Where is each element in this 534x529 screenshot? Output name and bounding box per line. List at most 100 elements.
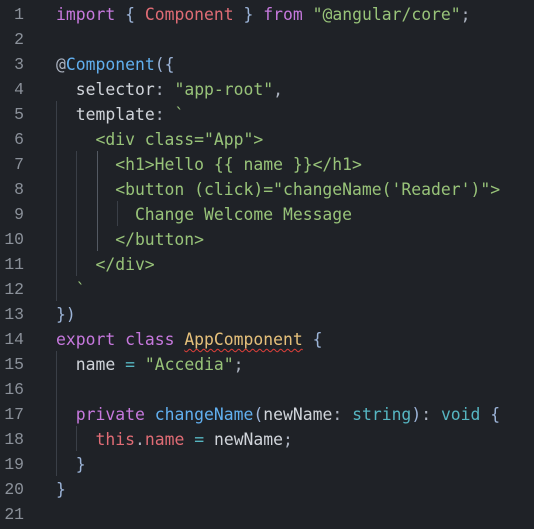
code-token: Component — [144, 5, 234, 24]
line-number: 2 — [14, 30, 24, 49]
line-number: 10 — [4, 230, 24, 249]
code-line[interactable]: 1 import { Component } from "@angular/cor… — [0, 2, 534, 27]
code-line[interactable]: 15 name = "Accedia"; — [0, 352, 534, 377]
line-number: 18 — [4, 430, 24, 449]
code-line[interactable]: 10 </button> — [0, 227, 534, 252]
code-text: } — [56, 477, 66, 502]
code-text: <button (click)="changeName('Reader')"> — [56, 177, 500, 202]
code-line[interactable]: 2 — [0, 27, 534, 52]
code-line[interactable]: 16 — [0, 377, 534, 402]
code-token: Component — [65, 55, 155, 74]
code-line[interactable]: 13}) — [0, 302, 534, 327]
code-line[interactable]: 21 — [0, 502, 534, 527]
code-token: ; — [233, 355, 244, 374]
line-number: 19 — [4, 455, 24, 474]
code-line[interactable]: 7 <h1>Hello {{ name }}</h1> — [0, 152, 534, 177]
line-number: 15 — [4, 355, 24, 374]
code-token: } — [75, 455, 86, 474]
code-token: this — [95, 430, 135, 449]
code-token: template — [75, 105, 155, 124]
line-number: 21 — [4, 505, 24, 524]
line-number: 8 — [14, 180, 24, 199]
code-text: export class AppComponent { — [56, 327, 322, 352]
code-token: } — [56, 480, 66, 499]
code-line[interactable]: 20} — [0, 477, 534, 502]
code-token: void — [440, 405, 481, 424]
code-token: { — [312, 330, 323, 349]
line-number: 13 — [4, 305, 24, 324]
code-token: : — [421, 405, 441, 424]
code-token: <button (click)="changeName('Reader')"> — [56, 180, 501, 199]
code-token: } — [243, 5, 254, 24]
code-token: ) — [411, 405, 422, 424]
code-token: "app-root" — [174, 80, 274, 99]
code-token: "Accedia" — [144, 355, 234, 374]
line-number: 1 — [14, 5, 24, 24]
error-squiggle-token: AppComponent — [184, 330, 303, 349]
code-token: = — [125, 355, 135, 374]
code-token: ` — [56, 280, 86, 299]
code-token: : — [154, 80, 175, 99]
code-token: : — [332, 405, 353, 424]
code-line[interactable]: 19 } — [0, 452, 534, 477]
code-token: string — [352, 405, 412, 424]
code-line[interactable]: 14 export class AppComponent { — [0, 327, 534, 352]
code-token: newName — [213, 430, 284, 449]
code-token: changeName — [154, 405, 254, 424]
code-token: : — [154, 105, 175, 124]
code-token: { — [490, 405, 501, 424]
code-text: template: ` — [56, 102, 185, 127]
code-text: <div class="App"> — [56, 127, 263, 152]
code-token: import — [56, 5, 116, 24]
code-text: private changeName(newName: string): voi… — [56, 402, 500, 427]
code-line[interactable]: 8 <button (click)="changeName('Reader')"… — [0, 177, 534, 202]
code-token: ` — [174, 105, 185, 124]
code-token: Change Welcome Message — [56, 205, 353, 224]
code-line[interactable]: 4 selector: "app-root", — [0, 77, 534, 102]
code-token: class — [125, 330, 175, 349]
line-number: 7 — [14, 155, 24, 174]
code-text: } — [56, 452, 86, 477]
code-token: { — [125, 5, 135, 24]
code-line[interactable]: 3 @Component({ — [0, 52, 534, 77]
code-text: }) — [56, 302, 76, 327]
code-token: name — [75, 355, 116, 374]
code-text: name = "Accedia"; — [56, 352, 244, 377]
line-number: 20 — [4, 480, 24, 499]
code-line[interactable]: 11 </div> — [0, 252, 534, 277]
code-token: </button> — [56, 230, 205, 249]
code-line[interactable]: 12 ` — [0, 277, 534, 302]
line-number: 16 — [4, 380, 24, 399]
code-editor[interactable]: 1 import { Component } from "@angular/cor… — [0, 0, 534, 529]
code-text: selector: "app-root", — [56, 77, 283, 102]
line-number: 11 — [4, 255, 24, 274]
line-number: 12 — [4, 280, 24, 299]
code-token: <div class="App"> — [56, 130, 264, 149]
code-line[interactable]: 18 this.name = newName; — [0, 427, 534, 452]
code-text: Change Welcome Message — [56, 202, 352, 227]
code-token: name — [144, 430, 185, 449]
code-line[interactable]: 5 template: ` — [0, 102, 534, 127]
code-token: <h1>Hello {{ name }}</h1> — [56, 155, 362, 174]
code-line[interactable]: 17 private changeName(newName: string): … — [0, 402, 534, 427]
code-line[interactable]: 6 <div class="App"> — [0, 127, 534, 152]
code-token: , — [273, 80, 284, 99]
code-token: newName — [263, 405, 333, 424]
code-token: } — [56, 305, 66, 324]
code-line[interactable]: 9 Change Welcome Message — [0, 202, 534, 227]
code-text: import { Component } from "@angular/core… — [56, 2, 471, 27]
line-number: 9 — [14, 205, 24, 224]
